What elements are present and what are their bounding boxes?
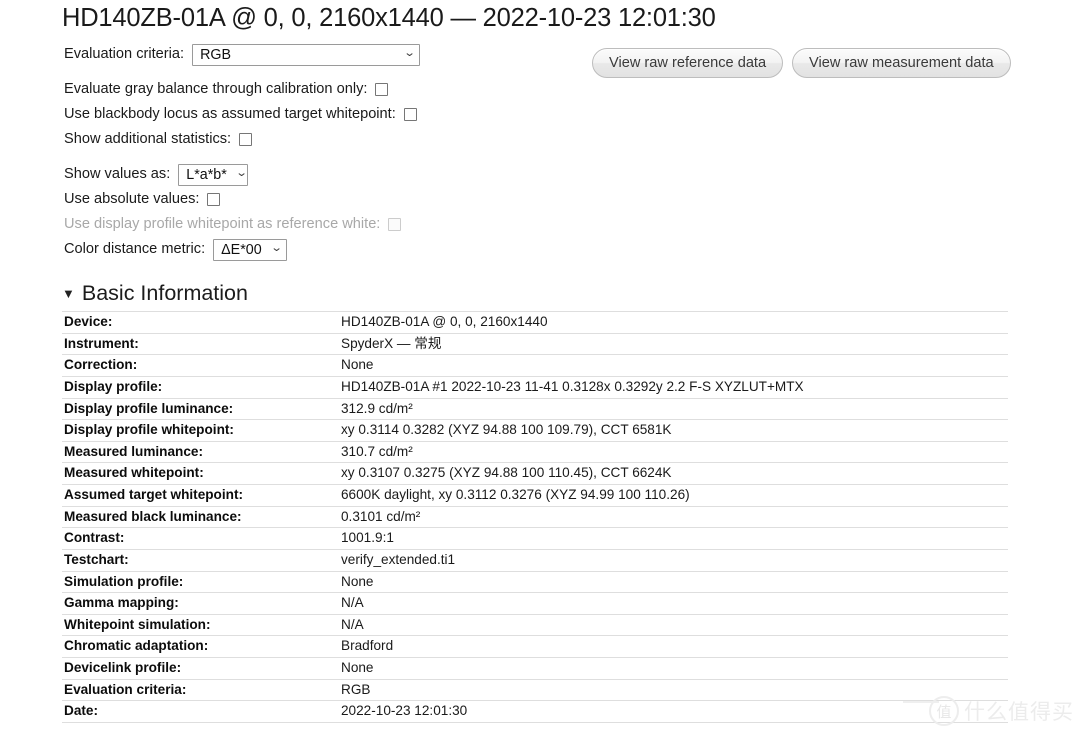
table-row: Date: 2022-10-23 12:01:30 bbox=[62, 700, 1008, 723]
info-value: 2022-10-23 12:01:30 bbox=[338, 700, 1008, 723]
info-key: Chromatic adaptation: bbox=[62, 635, 338, 658]
info-key: Devicelink profile: bbox=[62, 657, 338, 680]
info-key: Measured black luminance: bbox=[62, 506, 338, 529]
view-raw-measurement-data-button[interactable]: View raw measurement data bbox=[792, 48, 1011, 78]
evaluation-options-panel: Evaluation criteria: RGB ⌄ Evaluate gray… bbox=[64, 42, 584, 262]
gray-balance-checkbox[interactable] bbox=[375, 83, 389, 96]
show-values-as-row: Show values as: L*a*b* ⌄ bbox=[64, 162, 584, 187]
table-row: Contrast: 1001.9:1 bbox=[62, 527, 1008, 550]
color-distance-metric-select[interactable]: ΔE*00 ⌄ bbox=[213, 238, 288, 261]
table-row: Testchart: verify_extended.ti1 bbox=[62, 549, 1008, 572]
info-key: Contrast: bbox=[62, 527, 338, 550]
table-row: Instrument: SpyderX — 常规 bbox=[62, 333, 1008, 356]
evaluation-criteria-row: Evaluation criteria: RGB ⌄ bbox=[64, 42, 584, 67]
table-row: Chromatic adaptation: Bradford bbox=[62, 635, 1008, 658]
absolute-values-checkbox[interactable] bbox=[207, 193, 221, 206]
info-value: None bbox=[338, 354, 1008, 377]
info-key: Simulation profile: bbox=[62, 571, 338, 594]
blackbody-locus-label: Use blackbody locus as assumed target wh… bbox=[64, 106, 396, 123]
blackbody-locus-row: Use blackbody locus as assumed target wh… bbox=[64, 102, 584, 127]
table-row: Assumed target whitepoint: 6600K daylight… bbox=[62, 484, 1008, 507]
info-value: Bradford bbox=[338, 635, 1008, 658]
table-row: Measured luminance: 310.7 cd/m² bbox=[62, 441, 1008, 464]
evaluation-criteria-value: RGB bbox=[200, 46, 232, 63]
basic-information-table: Device: HD140ZB-01A @ 0, 0, 2160x1440 Inst… bbox=[62, 311, 1008, 723]
info-key: Date: bbox=[62, 700, 338, 723]
info-value: HD140ZB-01A @ 0, 0, 2160x1440 bbox=[338, 311, 1008, 334]
view-raw-reference-data-button[interactable]: View raw reference data bbox=[592, 48, 784, 78]
basic-information-section-toggle[interactable]: ▼ Basic Information bbox=[62, 281, 248, 306]
info-key: Display profile whitepoint: bbox=[62, 419, 338, 442]
table-row: Correction: None bbox=[62, 354, 1008, 377]
table-row: Devicelink profile: None bbox=[62, 657, 1008, 680]
info-value: N/A bbox=[338, 614, 1008, 637]
show-values-as-select[interactable]: L*a*b* ⌄ bbox=[178, 163, 249, 186]
info-value: N/A bbox=[338, 592, 1008, 615]
table-row: Measured black luminance: 0.3101 cd/m² bbox=[62, 506, 1008, 529]
info-value: xy 0.3114 0.3282 (XYZ 94.88 100 109.79),… bbox=[338, 419, 1008, 442]
info-value: RGB bbox=[338, 679, 1008, 702]
info-value: None bbox=[338, 657, 1008, 680]
info-value: 0.3101 cd/m² bbox=[338, 506, 1008, 529]
report-page: HD140ZB-01A @ 0, 0, 2160x1440 — 2022-10-… bbox=[0, 0, 1080, 732]
absolute-values-row: Use absolute values: bbox=[64, 187, 584, 212]
info-value: 310.7 cd/m² bbox=[338, 441, 1008, 464]
info-key: Measured luminance: bbox=[62, 441, 338, 464]
show-values-as-value: L*a*b* bbox=[186, 166, 227, 183]
additional-statistics-label: Show additional statistics: bbox=[64, 131, 232, 148]
blackbody-locus-checkbox[interactable] bbox=[403, 108, 417, 121]
info-key: Device: bbox=[62, 311, 338, 334]
profile-whitepoint-reference-row: Use display profile whitepoint as refere… bbox=[64, 212, 584, 237]
table-row: Display profile whitepoint: xy 0.3114 0.3… bbox=[62, 419, 1008, 442]
additional-statistics-row: Show additional statistics: bbox=[64, 127, 584, 152]
profile-whitepoint-reference-label: Use display profile whitepoint as refere… bbox=[64, 216, 381, 233]
info-value: HD140ZB-01A #1 2022-10-23 11-41 0.3128x … bbox=[338, 376, 1008, 399]
info-key: Correction: bbox=[62, 354, 338, 377]
info-value: SpyderX — 常规 bbox=[338, 333, 1008, 356]
info-key: Whitepoint simulation: bbox=[62, 614, 338, 637]
chevron-down-icon: ⌄ bbox=[403, 47, 416, 59]
info-key: Gamma mapping: bbox=[62, 592, 338, 615]
gray-balance-row: Evaluate gray balance through calibratio… bbox=[64, 77, 584, 102]
basic-information-title: Basic Information bbox=[81, 281, 248, 305]
table-row: Evaluation criteria: RGB bbox=[62, 679, 1008, 702]
additional-statistics-checkbox[interactable] bbox=[239, 133, 253, 146]
info-key: Instrument: bbox=[62, 333, 338, 356]
gray-balance-label: Evaluate gray balance through calibratio… bbox=[64, 81, 368, 98]
table-row: Gamma mapping: N/A bbox=[62, 592, 1008, 615]
info-key: Assumed target whitepoint: bbox=[62, 484, 338, 507]
evaluation-criteria-label: Evaluation criteria: bbox=[64, 46, 185, 63]
info-key: Evaluation criteria: bbox=[62, 679, 338, 702]
color-distance-metric-value: ΔE*00 bbox=[221, 241, 262, 258]
table-row: Display profile: HD140ZB-01A #1 2022-10-2… bbox=[62, 376, 1008, 399]
profile-whitepoint-reference-checkbox bbox=[388, 218, 402, 231]
table-row: Whitepoint simulation: N/A bbox=[62, 614, 1008, 637]
info-key: Measured whitepoint: bbox=[62, 462, 338, 485]
chevron-down-icon: ⌄ bbox=[235, 167, 248, 179]
triangle-down-icon: ▼ bbox=[62, 286, 75, 301]
table-row: Measured whitepoint: xy 0.3107 0.3275 (XY… bbox=[62, 462, 1008, 485]
info-key: Testchart: bbox=[62, 549, 338, 572]
table-row: Display profile luminance: 312.9 cd/m² bbox=[62, 398, 1008, 421]
info-key: Display profile: bbox=[62, 376, 338, 399]
table-row: Simulation profile: None bbox=[62, 571, 1008, 594]
color-distance-metric-row: Color distance metric: ΔE*00 ⌄ bbox=[64, 237, 584, 262]
absolute-values-label: Use absolute values: bbox=[64, 191, 200, 208]
info-value: None bbox=[338, 571, 1008, 594]
table-row: Device: HD140ZB-01A @ 0, 0, 2160x1440 bbox=[62, 311, 1008, 334]
info-value: 6600K daylight, xy 0.3112 0.3276 (XYZ 94… bbox=[338, 484, 1008, 507]
evaluation-criteria-select[interactable]: RGB ⌄ bbox=[192, 43, 421, 66]
show-values-as-label: Show values as: bbox=[64, 166, 171, 183]
chevron-down-icon: ⌄ bbox=[270, 242, 283, 254]
page-title: HD140ZB-01A @ 0, 0, 2160x1440 — 2022-10-… bbox=[62, 4, 716, 32]
info-key: Display profile luminance: bbox=[62, 398, 338, 421]
info-value: 312.9 cd/m² bbox=[338, 398, 1008, 421]
info-value: xy 0.3107 0.3275 (XYZ 94.88 100 110.45),… bbox=[338, 462, 1008, 485]
info-value: 1001.9:1 bbox=[338, 527, 1008, 550]
info-value: verify_extended.ti1 bbox=[338, 549, 1008, 572]
color-distance-metric-label: Color distance metric: bbox=[64, 241, 206, 258]
